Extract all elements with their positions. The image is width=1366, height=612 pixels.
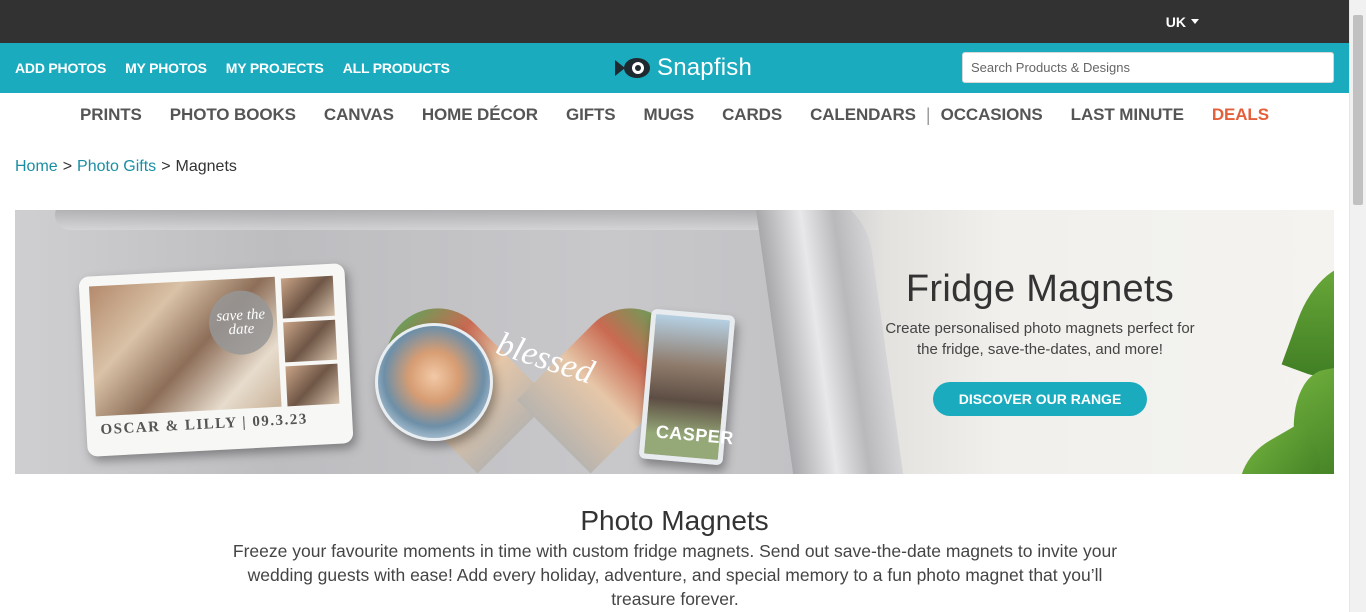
thumbnail-photo: [280, 275, 335, 319]
acrylic-caption: CASPER: [655, 421, 735, 449]
save-the-date-magnet-image: save the date OSCAR & LILLY | 09.3.23: [78, 263, 354, 457]
category-photo-books[interactable]: PHOTO BOOKS: [170, 105, 296, 125]
region-selector[interactable]: UK: [1166, 0, 1199, 43]
category-separator: |: [925, 104, 931, 125]
breadcrumb-photo-gifts[interactable]: Photo Gifts: [77, 158, 156, 176]
thumbnail-photo: [285, 363, 340, 407]
nav-my-projects[interactable]: MY PROJECTS: [226, 60, 324, 76]
category-nav: PRINTS PHOTO BOOKS CANVAS HOME DÉCOR GIF…: [0, 93, 1349, 137]
caret-down-icon: [1191, 19, 1199, 24]
banner-subtitle: Create personalised photo magnets perfec…: [885, 320, 1195, 358]
category-home-decor[interactable]: HOME DÉCOR: [422, 105, 538, 125]
category-cards[interactable]: CARDS: [722, 105, 782, 125]
banner-copy: Fridge Magnets Create personalised photo…: [875, 210, 1205, 474]
plant-leaf-image: [1281, 251, 1334, 389]
search-box: [962, 52, 1334, 83]
site-header: ADD PHOTOS MY PHOTOS MY PROJECTS ALL PRO…: [0, 43, 1349, 93]
top-bar: UK: [0, 0, 1349, 43]
discover-range-button[interactable]: DISCOVER OUR RANGE: [933, 382, 1147, 416]
hero-banner: save the date OSCAR & LILLY | 09.3.23 bl…: [15, 210, 1334, 474]
category-mugs[interactable]: MUGS: [644, 105, 695, 125]
breadcrumb-current: Magnets: [175, 158, 237, 175]
snapfish-logo[interactable]: Snapfish: [613, 52, 752, 84]
fish-icon: [615, 58, 650, 78]
search-input[interactable]: [963, 53, 1333, 82]
category-occasions[interactable]: OCCASIONS: [941, 105, 1043, 125]
acrylic-magnet-image: CASPER: [638, 308, 736, 466]
category-calendars[interactable]: CALENDARS: [810, 105, 916, 125]
breadcrumb-separator: >: [161, 158, 171, 175]
category-deals[interactable]: DEALS: [1212, 105, 1269, 125]
scrollbar-thumb[interactable]: [1353, 15, 1363, 205]
region-label: UK: [1165, 13, 1186, 30]
page-title: Photo Magnets: [580, 505, 769, 536]
breadcrumb-home[interactable]: Home: [15, 158, 58, 176]
nav-all-products[interactable]: ALL PRODUCTS: [343, 60, 450, 76]
category-canvas[interactable]: CANVAS: [324, 105, 394, 125]
logo-text: Snapfish: [657, 54, 752, 81]
round-magnet-image: [375, 323, 493, 441]
breadcrumb-separator: >: [62, 158, 73, 175]
banner-title: Fridge Magnets: [905, 268, 1175, 310]
card-caption: OSCAR & LILLY | 09.3.23: [100, 411, 309, 439]
category-last-minute[interactable]: LAST MINUTE: [1071, 105, 1184, 125]
nav-add-photos[interactable]: ADD PHOTOS: [15, 60, 106, 76]
thumbnail-photo: [283, 319, 338, 363]
account-nav: ADD PHOTOS MY PHOTOS MY PROJECTS ALL PRO…: [15, 43, 450, 93]
page-scrollbar[interactable]: [1349, 0, 1366, 612]
category-gifts[interactable]: GIFTS: [566, 105, 616, 125]
category-prints[interactable]: PRINTS: [80, 105, 142, 125]
nav-my-photos[interactable]: MY PHOTOS: [125, 60, 207, 76]
intro-text: Freeze your favourite moments in time wi…: [232, 541, 1118, 609]
breadcrumb: Home > Photo Gifts > Magnets: [15, 158, 237, 176]
fridge-image: [55, 210, 835, 230]
